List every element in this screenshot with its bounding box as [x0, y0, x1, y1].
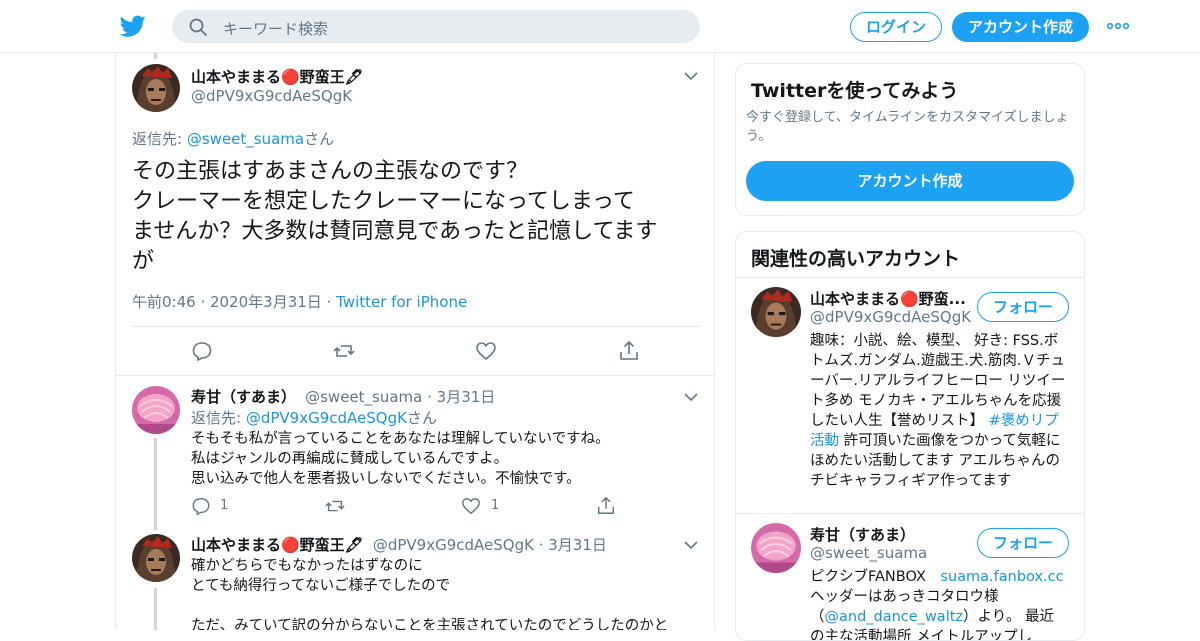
card-title: Twitterを使ってみよう — [751, 80, 959, 102]
tweet-source[interactable]: Twitter for iPhone — [336, 293, 467, 311]
avatar[interactable] — [751, 287, 801, 337]
reply-icon[interactable] — [191, 340, 213, 362]
avatar[interactable] — [132, 534, 180, 582]
thread-line — [154, 438, 157, 530]
author-name[interactable]: 山本やままる🔴野蛮王🖋 — [191, 536, 364, 554]
tweet-date[interactable]: 2020年3月31日 — [210, 293, 322, 311]
account-handle[interactable]: @sweet_suama — [810, 544, 927, 562]
follow-button[interactable]: フォロー — [977, 292, 1069, 322]
account-name[interactable]: 山本やままる🔴野蛮... — [810, 288, 970, 309]
replying-suffix: さん — [304, 130, 335, 148]
replying-prefix: 返信先: — [132, 130, 187, 148]
account-name[interactable]: 寿甘（すあま） — [810, 524, 915, 545]
search-icon — [189, 18, 207, 36]
replying-to: 返信先: @dPV9xG9cdAeSQgKさん — [191, 407, 437, 428]
tweet-text: そもそも私が言っていることをあなたは理解していないですね。 私はジャンルの再編成… — [191, 431, 610, 487]
chevron-down-icon[interactable] — [684, 71, 698, 81]
related-account[interactable]: 山本やままる🔴野蛮... @dPV9xG9cdAeSQgK フォロー 趣味：小説… — [736, 278, 1084, 513]
reply-tweet[interactable]: 山本やままる🔴野蛮王🖋 @dPV9xG9cdAeSQgK · 3月31日 確かど… — [116, 524, 714, 630]
reply-header: 山本やままる🔴野蛮王🖋 @dPV9xG9cdAeSQgK · 3月31日 — [191, 534, 607, 555]
meta-separator: · — [422, 388, 437, 406]
chevron-down-icon[interactable] — [684, 392, 698, 402]
like-icon[interactable] — [461, 496, 481, 516]
divider — [132, 326, 700, 327]
signup-button[interactable]: アカウント作成 — [952, 12, 1089, 42]
follow-button[interactable]: フォロー — [977, 528, 1069, 558]
reply-icon[interactable] — [191, 496, 211, 516]
meta-separator: · — [533, 536, 549, 554]
tweet-time[interactable]: 午前0:46 — [132, 293, 196, 311]
avatar[interactable] — [751, 523, 801, 573]
tweet-text: その主張はすあまさんの主張なのです？ クレーマーを想定したクレーマーになってしま… — [132, 159, 658, 274]
tweet-date[interactable]: 3月31日 — [437, 388, 496, 406]
search-input[interactable]: キーワード検索 — [223, 18, 328, 39]
reply-header: 寿甘（すあま） @sweet_suama · 3月31日 — [191, 386, 495, 407]
card-title: 関連性の高いアカウント — [751, 248, 961, 270]
replying-handle-link[interactable]: @dPV9xG9cdAeSQgK — [246, 409, 407, 427]
retweet-icon[interactable] — [333, 340, 355, 362]
account-bio: 趣味：小説、絵、模型、 好き: FSS.ボトムズ.ガンダム.遊戯王.犬.筋肉.Ｖ… — [810, 331, 1068, 491]
avatar[interactable] — [132, 64, 180, 112]
chevron-down-icon[interactable] — [684, 540, 698, 550]
related-account[interactable]: 寿甘（すあま） @sweet_suama フォロー ピクシブFANBOX sua… — [736, 514, 1084, 640]
signup-card-button[interactable]: アカウント作成 — [746, 161, 1074, 201]
card-description: 今すぐ登録して、タイムラインをカスタマイズしましょう。 — [746, 110, 1069, 144]
bio-text: 許可頂いた画像をつかって気軽にほめたい活動してます アエルちゃんのチビキャラフィ… — [810, 433, 1061, 489]
replying-suffix: さん — [406, 409, 437, 427]
twitter-logo-icon[interactable] — [120, 13, 146, 39]
replying-handle-link[interactable]: @sweet_suama — [187, 130, 304, 148]
tweet-text: 確かどちらでもなかったはずなのに とても納得行ってないご様子でしたので ただ、み… — [191, 558, 669, 630]
account-handle[interactable]: @dPV9xG9cdAeSQgK — [810, 308, 971, 326]
like-icon[interactable] — [475, 340, 497, 362]
login-button[interactable]: ログイン — [850, 12, 942, 42]
bio-text: ピクシブFANBOX — [810, 569, 941, 585]
replying-prefix: 返信先: — [191, 409, 246, 427]
author-handle[interactable]: @dPV9xG9cdAeSQgK — [191, 87, 352, 105]
top-bar: キーワード検索 ログイン アカウント作成 — [0, 0, 1200, 53]
timeline: 山本やままる🔴野蛮王🖋 @dPV9xG9cdAeSQgK 返信先: @sweet… — [115, 53, 715, 630]
thread-line — [154, 588, 157, 630]
try-twitter-card: Twitterを使ってみよう 今すぐ登録して、タイムラインをカスタマイズしましょ… — [735, 63, 1085, 216]
share-icon[interactable] — [618, 340, 640, 362]
main-tweet: 山本やままる🔴野蛮王🖋 @dPV9xG9cdAeSQgK 返信先: @sweet… — [116, 53, 714, 375]
search-bar[interactable]: キーワード検索 — [172, 10, 700, 43]
author-handle[interactable]: @sweet_suama — [305, 388, 422, 406]
author-name[interactable]: 山本やままる🔴野蛮王🖋 — [191, 66, 364, 87]
author-handle[interactable]: @dPV9xG9cdAeSQgK — [373, 536, 534, 554]
share-icon[interactable] — [596, 496, 616, 516]
reply-tweet[interactable]: 寿甘（すあま） @sweet_suama · 3月31日 返信先: @dPV9x… — [116, 376, 714, 524]
related-accounts-card: 関連性の高いアカウント 山本やままる🔴野蛮... @dPV9xG9cdAeSQg… — [735, 231, 1085, 641]
like-count: 1 — [491, 498, 500, 513]
meta-separator: · — [195, 293, 210, 311]
avatar[interactable] — [132, 386, 180, 434]
tweet-meta: 午前0:46 · 2020年3月31日 · Twitter for iPhone — [132, 291, 467, 312]
bio-link[interactable]: suama.fanbox.cc — [940, 569, 1063, 585]
tweet-date[interactable]: 3月31日 — [548, 536, 607, 554]
more-icon[interactable] — [1106, 18, 1130, 34]
meta-separator: · — [321, 293, 337, 311]
author-name[interactable]: 寿甘（すあま） — [191, 388, 296, 406]
mention-link[interactable]: @and_dance_waltz — [825, 609, 964, 625]
reply-count: 1 — [220, 498, 229, 513]
retweet-icon[interactable] — [325, 496, 345, 516]
replying-to: 返信先: @sweet_suamaさん — [132, 128, 334, 149]
